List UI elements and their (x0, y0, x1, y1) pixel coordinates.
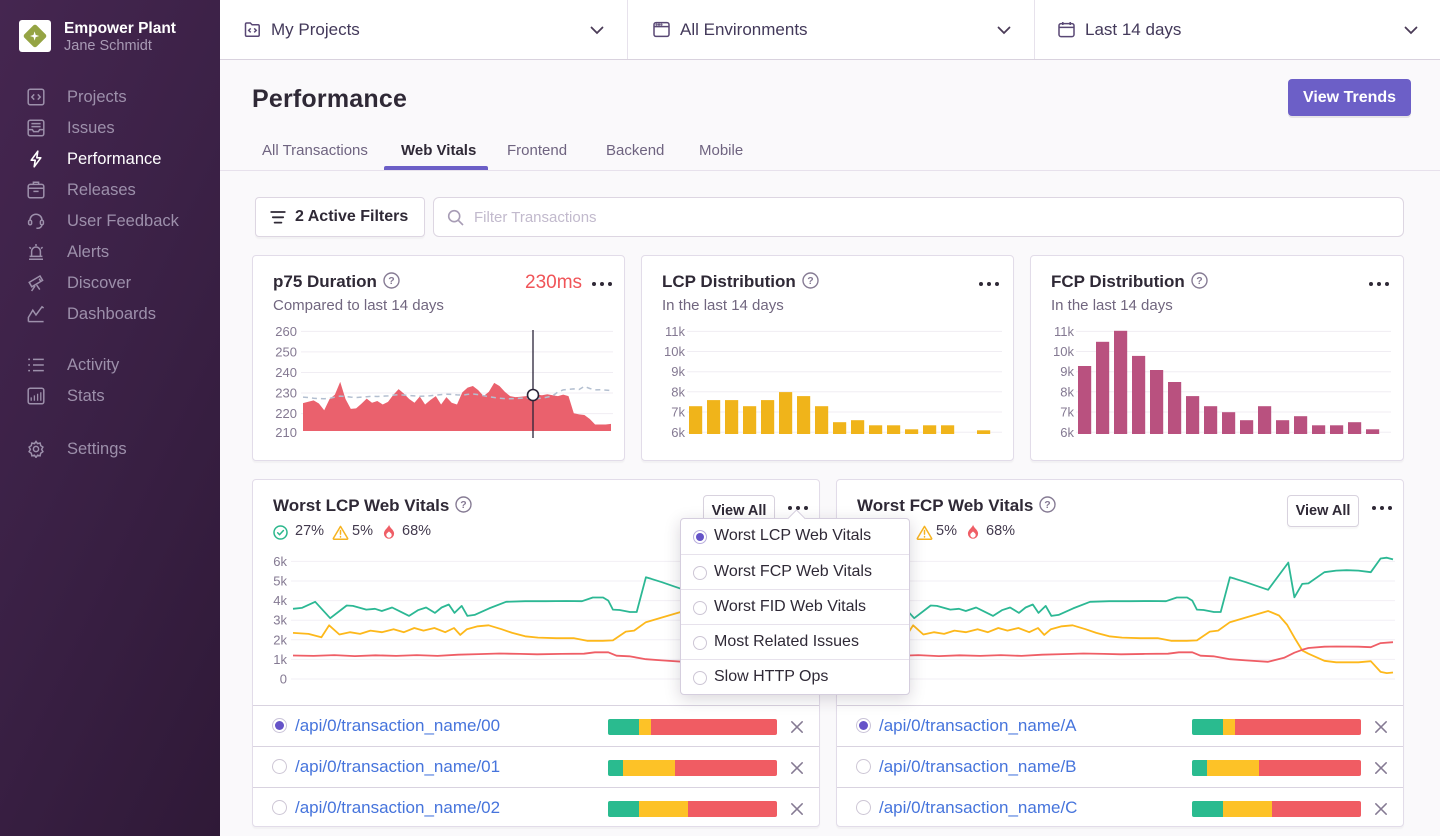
svg-text:5k: 5k (273, 574, 287, 589)
svg-text:6k: 6k (671, 425, 685, 440)
svg-text:10k: 10k (664, 344, 685, 359)
svg-text:240: 240 (275, 365, 297, 380)
svg-text:7k: 7k (671, 405, 685, 420)
svg-text:9k: 9k (1060, 364, 1074, 379)
svg-text:2k: 2k (273, 632, 287, 647)
svg-text:11k: 11k (665, 324, 685, 339)
svg-text:7k: 7k (1060, 405, 1074, 420)
svg-text:6k: 6k (273, 554, 287, 569)
svg-text:6k: 6k (1060, 425, 1074, 440)
svg-text:260: 260 (275, 324, 297, 339)
svg-text:0: 0 (280, 672, 287, 687)
svg-text:210: 210 (275, 425, 297, 440)
svg-text:3k: 3k (273, 613, 287, 628)
svg-text:9k: 9k (671, 364, 685, 379)
svg-text:230: 230 (275, 386, 297, 401)
svg-text:8k: 8k (1060, 384, 1074, 399)
svg-text:10k: 10k (1053, 344, 1074, 359)
svg-text:1k: 1k (273, 652, 287, 667)
svg-text:4k: 4k (273, 593, 287, 608)
svg-text:11k: 11k (1054, 324, 1074, 339)
svg-text:250: 250 (275, 344, 297, 359)
svg-text:8k: 8k (671, 384, 685, 399)
svg-text:220: 220 (275, 406, 297, 421)
